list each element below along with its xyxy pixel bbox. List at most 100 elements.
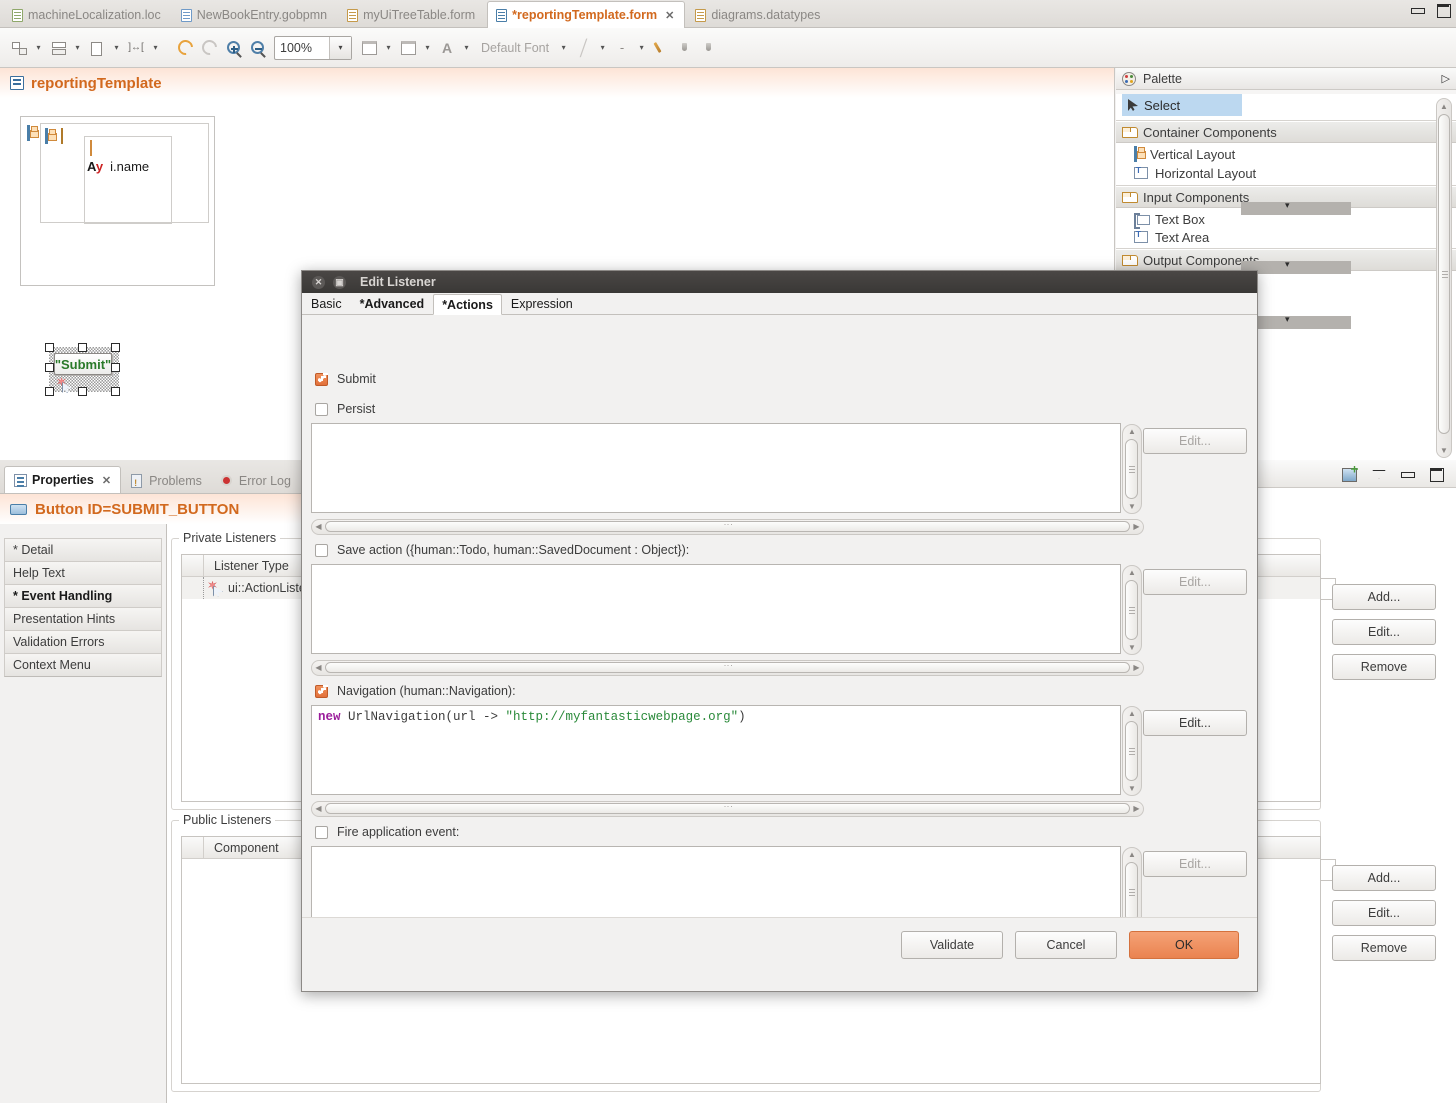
editor-tab-machineLocalization[interactable]: machineLocalization.loc: [4, 2, 171, 28]
form-table-column[interactable]: Ay i.name: [84, 136, 172, 224]
close-icon[interactable]: ✕: [312, 275, 325, 289]
distribute-rows-dropdown[interactable]: ▾: [71, 36, 84, 60]
validate-button[interactable]: Validate: [901, 930, 1003, 959]
zoom-in-button[interactable]: [222, 36, 244, 60]
align-layout-button[interactable]: [8, 36, 30, 60]
line-style-button[interactable]: ╱: [572, 36, 594, 60]
scroll-down-icon[interactable]: ▼: [1126, 642, 1138, 653]
zoom-out-button[interactable]: [246, 36, 268, 60]
line-style-dropdown[interactable]: ▾: [596, 36, 609, 60]
match-width-dropdown[interactable]: ▾: [149, 36, 162, 60]
page-layout-dropdown[interactable]: ▾: [110, 36, 123, 60]
match-width-button[interactable]: ]↔[: [125, 36, 147, 60]
tab-expression[interactable]: Expression: [502, 293, 582, 314]
tab-advanced[interactable]: *Advanced: [351, 293, 434, 314]
pen-button[interactable]: [650, 36, 672, 60]
editor-tab-diagrams-datatypes[interactable]: diagrams.datatypes: [687, 2, 830, 28]
tab-basic[interactable]: Basic: [302, 293, 351, 314]
submit-code-vscrollbar[interactable]: ▲ ▼: [1122, 424, 1142, 514]
scrollbar-thumb[interactable]: [1438, 114, 1450, 434]
distribute-rows-button[interactable]: [47, 36, 69, 60]
palette-item-text-area[interactable]: Text Area: [1116, 230, 1456, 244]
chevron-down-icon[interactable]: ▾: [329, 36, 351, 59]
save-action-vscrollbar[interactable]: ▲ ▼: [1122, 565, 1142, 655]
revert-button[interactable]: [198, 36, 220, 60]
scroll-right-icon[interactable]: ▶: [1131, 662, 1142, 673]
scroll-up-icon[interactable]: ▲: [1438, 100, 1450, 112]
palette-item-vertical-layout[interactable]: Vertical Layout: [1116, 143, 1456, 165]
save-action-code-editor[interactable]: ▲ ▼: [311, 564, 1142, 655]
font-color-dropdown[interactable]: ▾: [460, 36, 473, 60]
line-weight-button[interactable]: -: [611, 36, 633, 60]
edit-button-2[interactable]: Edit...: [1332, 900, 1436, 926]
resize-handle-ne[interactable]: [111, 343, 120, 352]
palette-scrollbar[interactable]: ▲ ▼: [1436, 98, 1452, 458]
maximize-icon[interactable]: [1429, 467, 1444, 482]
chevron-right-icon[interactable]: ▷: [1442, 72, 1450, 85]
submit-checkbox[interactable]: ✔: [315, 372, 328, 386]
scrollbar-thumb[interactable]: [325, 662, 1130, 673]
line-color-dropdown[interactable]: ▾: [421, 36, 434, 60]
remove-button-1[interactable]: Remove: [1332, 654, 1436, 680]
remove-button-2[interactable]: Remove: [1332, 935, 1436, 961]
fire-event-checkbox[interactable]: [315, 825, 328, 839]
save-action-checkbox[interactable]: [315, 543, 328, 557]
font-family-label[interactable]: Default Font: [475, 41, 555, 55]
restore-icon[interactable]: ▣: [333, 275, 346, 289]
column-widget[interactable]: [90, 140, 92, 156]
scroll-up-icon[interactable]: ▲: [1126, 567, 1138, 578]
tab-actions[interactable]: *Actions: [433, 294, 502, 315]
line-weight-dropdown[interactable]: ▾: [635, 36, 648, 60]
scroll-up-icon[interactable]: ▲: [1126, 708, 1138, 719]
scrollbar-thumb[interactable]: [1125, 580, 1138, 640]
scroll-down-icon[interactable]: ▼: [1438, 444, 1450, 456]
submit-button-widget[interactable]: "Submit": [54, 353, 112, 375]
selected-widget-wrapper[interactable]: "Submit": [45, 343, 120, 396]
save-action-hscrollbar[interactable]: ◀ ▶: [311, 660, 1144, 676]
persist-checkbox-row[interactable]: Persist: [315, 402, 375, 416]
palette-group-container-components[interactable]: Container Components «»: [1116, 121, 1456, 143]
scrollbar-thumb[interactable]: [1125, 439, 1138, 499]
fill-color-button[interactable]: [358, 36, 380, 60]
refresh-button[interactable]: [174, 36, 196, 60]
scrollbar-thumb[interactable]: [325, 521, 1130, 532]
save-action-edit-button[interactable]: Edit...: [1143, 569, 1247, 595]
submit-checkbox-row[interactable]: ✔ Submit: [315, 372, 376, 386]
minimize-icon[interactable]: [1400, 467, 1415, 481]
close-icon[interactable]: ✕: [665, 9, 674, 22]
navigation-checkbox[interactable]: ✔: [315, 684, 328, 698]
editor-tab-newbookentry[interactable]: NewBookEntry.gobpmn: [173, 2, 337, 28]
format-brush2-button[interactable]: [698, 36, 720, 60]
resize-handle-s[interactable]: [78, 387, 87, 396]
scroll-down-icon[interactable]: ▼: [1126, 501, 1138, 512]
navigation-checkbox-row[interactable]: ✔ Navigation (human::Navigation):: [315, 684, 516, 698]
scroll-right-icon[interactable]: ▶: [1131, 803, 1142, 814]
fire-event-edit-button[interactable]: Edit...: [1143, 851, 1247, 877]
format-brush-button[interactable]: [674, 36, 696, 60]
obscured-dropdown-1[interactable]: [1241, 200, 1351, 215]
add-button-2[interactable]: Add...: [1332, 865, 1436, 891]
sidebar-item-help-text[interactable]: Help Text: [4, 561, 162, 585]
edit-listener-dialog[interactable]: ✕ ▣ Edit Listener Basic *Advanced *Actio…: [301, 270, 1258, 992]
tab-properties[interactable]: Properties ✕: [4, 466, 122, 493]
resize-handle-w[interactable]: [45, 363, 54, 372]
scrollbar-thumb[interactable]: [325, 803, 1130, 814]
font-family-dropdown[interactable]: ▾: [557, 36, 570, 60]
line-color-button[interactable]: [397, 36, 419, 60]
fire-event-checkbox-row[interactable]: Fire application event:: [315, 825, 459, 839]
navigation-hscrollbar[interactable]: ◀ ▶: [311, 801, 1144, 817]
scroll-up-icon[interactable]: ▲: [1126, 849, 1138, 860]
maximize-icon[interactable]: [1436, 4, 1451, 18]
palette-item-horizontal-layout[interactable]: Horizontal Layout: [1116, 165, 1456, 181]
scroll-up-icon[interactable]: ▲: [1126, 426, 1138, 437]
tab-error-log[interactable]: Error Log: [211, 468, 300, 493]
submit-edit-button[interactable]: Edit...: [1143, 428, 1247, 454]
add-button-1[interactable]: Add...: [1332, 584, 1436, 610]
ok-button[interactable]: OK: [1129, 930, 1239, 959]
resize-handle-nw[interactable]: [45, 343, 54, 352]
sidebar-item-validation-errors[interactable]: Validation Errors: [4, 630, 162, 654]
scroll-left-icon[interactable]: ◀: [313, 803, 324, 814]
close-icon[interactable]: ✕: [102, 474, 111, 487]
scrollbar-thumb[interactable]: [1125, 862, 1138, 922]
scrollbar-thumb[interactable]: [1125, 721, 1138, 781]
